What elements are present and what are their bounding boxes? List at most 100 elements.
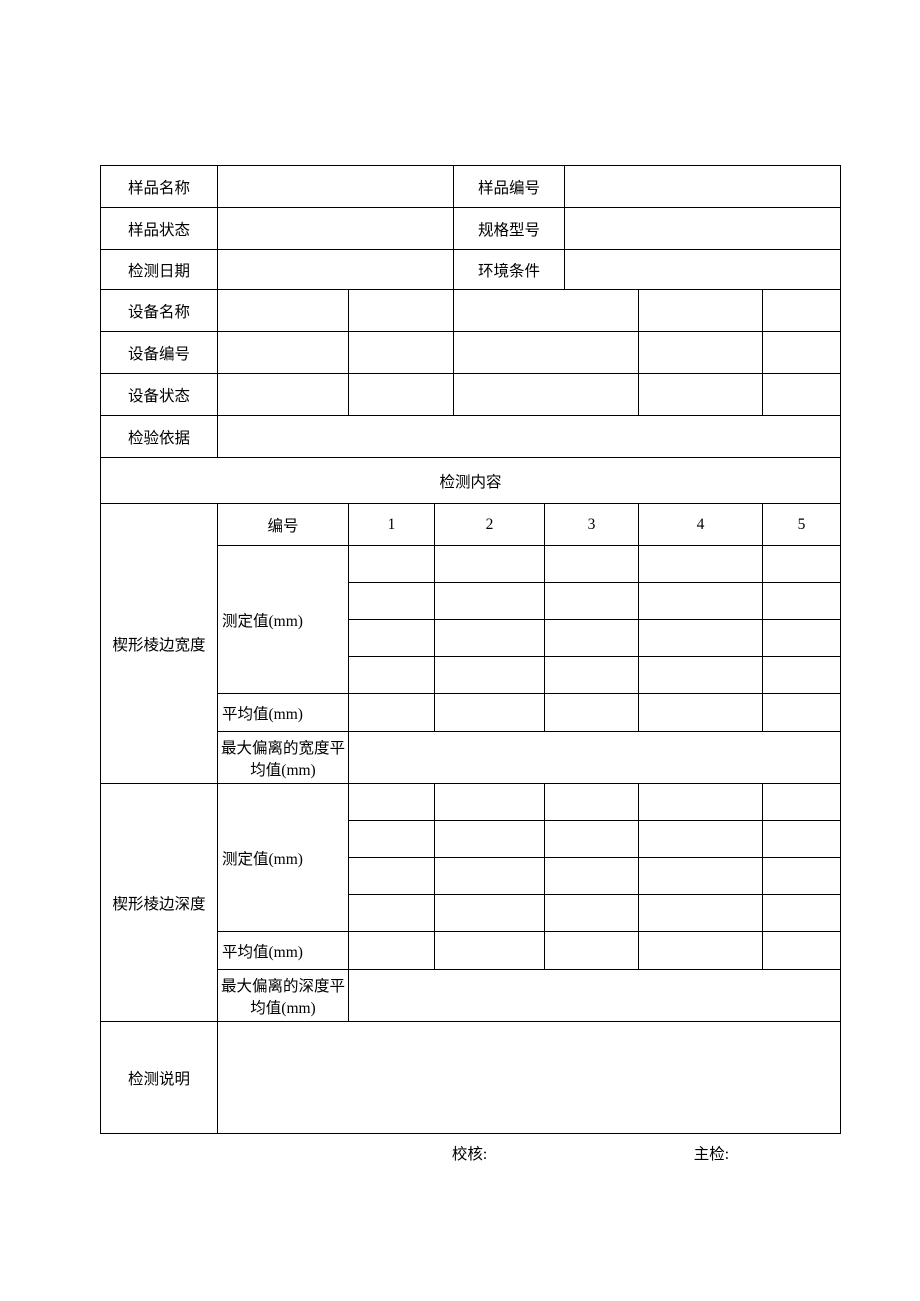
group-a-max: 最大偏离的宽度平均值(mm) (218, 732, 349, 784)
gb-m-2-5 (763, 821, 841, 858)
equip-status-1 (218, 374, 349, 416)
ga-avg-1 (349, 694, 435, 732)
ga-avg-4 (639, 694, 763, 732)
gb-m-2-1 (349, 821, 435, 858)
equip-no-3 (454, 332, 639, 374)
ga-m-3-2 (435, 620, 545, 657)
equip-status-3 (454, 374, 639, 416)
equip-no-2 (349, 332, 454, 374)
ga-avg-2 (435, 694, 545, 732)
equip-no-1 (218, 332, 349, 374)
ga-m-3-3 (545, 620, 639, 657)
gb-m-1-5 (763, 784, 841, 821)
ga-m-1-1 (349, 546, 435, 583)
ga-m-4-1 (349, 657, 435, 694)
col-1: 1 (349, 504, 435, 546)
col-4: 4 (639, 504, 763, 546)
group-a-measured: 测定值(mm) (218, 546, 349, 694)
value-test-note (218, 1022, 841, 1134)
equip-name-5 (763, 290, 841, 332)
ga-m-1-4 (639, 546, 763, 583)
ga-m-2-4 (639, 583, 763, 620)
group-a-title: 楔形棱边宽度 (101, 504, 218, 784)
col-3: 3 (545, 504, 639, 546)
gb-m-3-2 (435, 858, 545, 895)
footer-signatures: 校核: 主检: (100, 1142, 840, 1164)
equip-name-4 (639, 290, 763, 332)
ga-m-4-4 (639, 657, 763, 694)
footer-reviewer: 校核: (452, 1142, 690, 1164)
ga-avg-5 (763, 694, 841, 732)
gb-m-4-1 (349, 895, 435, 932)
ga-m-2-5 (763, 583, 841, 620)
equip-no-4 (639, 332, 763, 374)
gb-m-4-4 (639, 895, 763, 932)
ga-m-3-5 (763, 620, 841, 657)
equip-status-2 (349, 374, 454, 416)
ga-m-2-3 (545, 583, 639, 620)
gb-m-1-1 (349, 784, 435, 821)
gb-m-1-2 (435, 784, 545, 821)
ga-m-1-2 (435, 546, 545, 583)
value-spec-model (565, 208, 841, 250)
gb-m-2-3 (545, 821, 639, 858)
col-numbering: 编号 (218, 504, 349, 546)
form-table: 样品名称 样品编号 样品状态 规格型号 检测日期 环境条件 设备名称 设备编号 (100, 165, 841, 1134)
ga-m-2-1 (349, 583, 435, 620)
label-sample-status: 样品状态 (101, 208, 218, 250)
ga-m-2-2 (435, 583, 545, 620)
equip-no-5 (763, 332, 841, 374)
gb-avg-2 (435, 932, 545, 970)
ga-m-3-1 (349, 620, 435, 657)
gb-m-3-4 (639, 858, 763, 895)
ga-m-1-5 (763, 546, 841, 583)
gb-avg-4 (639, 932, 763, 970)
equip-name-3 (454, 290, 639, 332)
label-test-date: 检测日期 (101, 250, 218, 290)
equip-status-4 (639, 374, 763, 416)
label-spec-model: 规格型号 (454, 208, 565, 250)
group-b-measured: 测定值(mm) (218, 784, 349, 932)
col-5: 5 (763, 504, 841, 546)
label-sample-no: 样品编号 (454, 166, 565, 208)
equip-name-1 (218, 290, 349, 332)
gb-m-1-4 (639, 784, 763, 821)
gb-m-4-3 (545, 895, 639, 932)
value-env-cond (565, 250, 841, 290)
value-sample-no (565, 166, 841, 208)
label-insp-basis: 检验依据 (101, 416, 218, 458)
gb-m-2-4 (639, 821, 763, 858)
ga-max-value (349, 732, 841, 784)
value-sample-status (218, 208, 454, 250)
label-test-note: 检测说明 (101, 1022, 218, 1134)
gb-avg-5 (763, 932, 841, 970)
ga-m-4-2 (435, 657, 545, 694)
label-sample-name: 样品名称 (101, 166, 218, 208)
form-page: 样品名称 样品编号 样品状态 规格型号 检测日期 环境条件 设备名称 设备编号 (100, 165, 840, 1164)
ga-m-4-5 (763, 657, 841, 694)
ga-avg-3 (545, 694, 639, 732)
label-equip-status: 设备状态 (101, 374, 218, 416)
section-test-content: 检测内容 (101, 458, 841, 504)
equip-status-5 (763, 374, 841, 416)
group-a-avg: 平均值(mm) (218, 694, 349, 732)
group-b-title: 楔形棱边深度 (101, 784, 218, 1022)
col-2: 2 (435, 504, 545, 546)
label-equip-no: 设备编号 (101, 332, 218, 374)
ga-m-3-4 (639, 620, 763, 657)
gb-avg-3 (545, 932, 639, 970)
gb-m-3-1 (349, 858, 435, 895)
gb-m-3-3 (545, 858, 639, 895)
footer-inspector: 主检: (694, 1142, 729, 1164)
equip-name-2 (349, 290, 454, 332)
group-b-max: 最大偏离的深度平均值(mm) (218, 970, 349, 1022)
value-insp-basis (218, 416, 841, 458)
ga-m-1-3 (545, 546, 639, 583)
gb-avg-1 (349, 932, 435, 970)
gb-m-4-5 (763, 895, 841, 932)
gb-m-4-2 (435, 895, 545, 932)
value-sample-name (218, 166, 454, 208)
group-b-avg: 平均值(mm) (218, 932, 349, 970)
label-equip-name: 设备名称 (101, 290, 218, 332)
gb-max-value (349, 970, 841, 1022)
